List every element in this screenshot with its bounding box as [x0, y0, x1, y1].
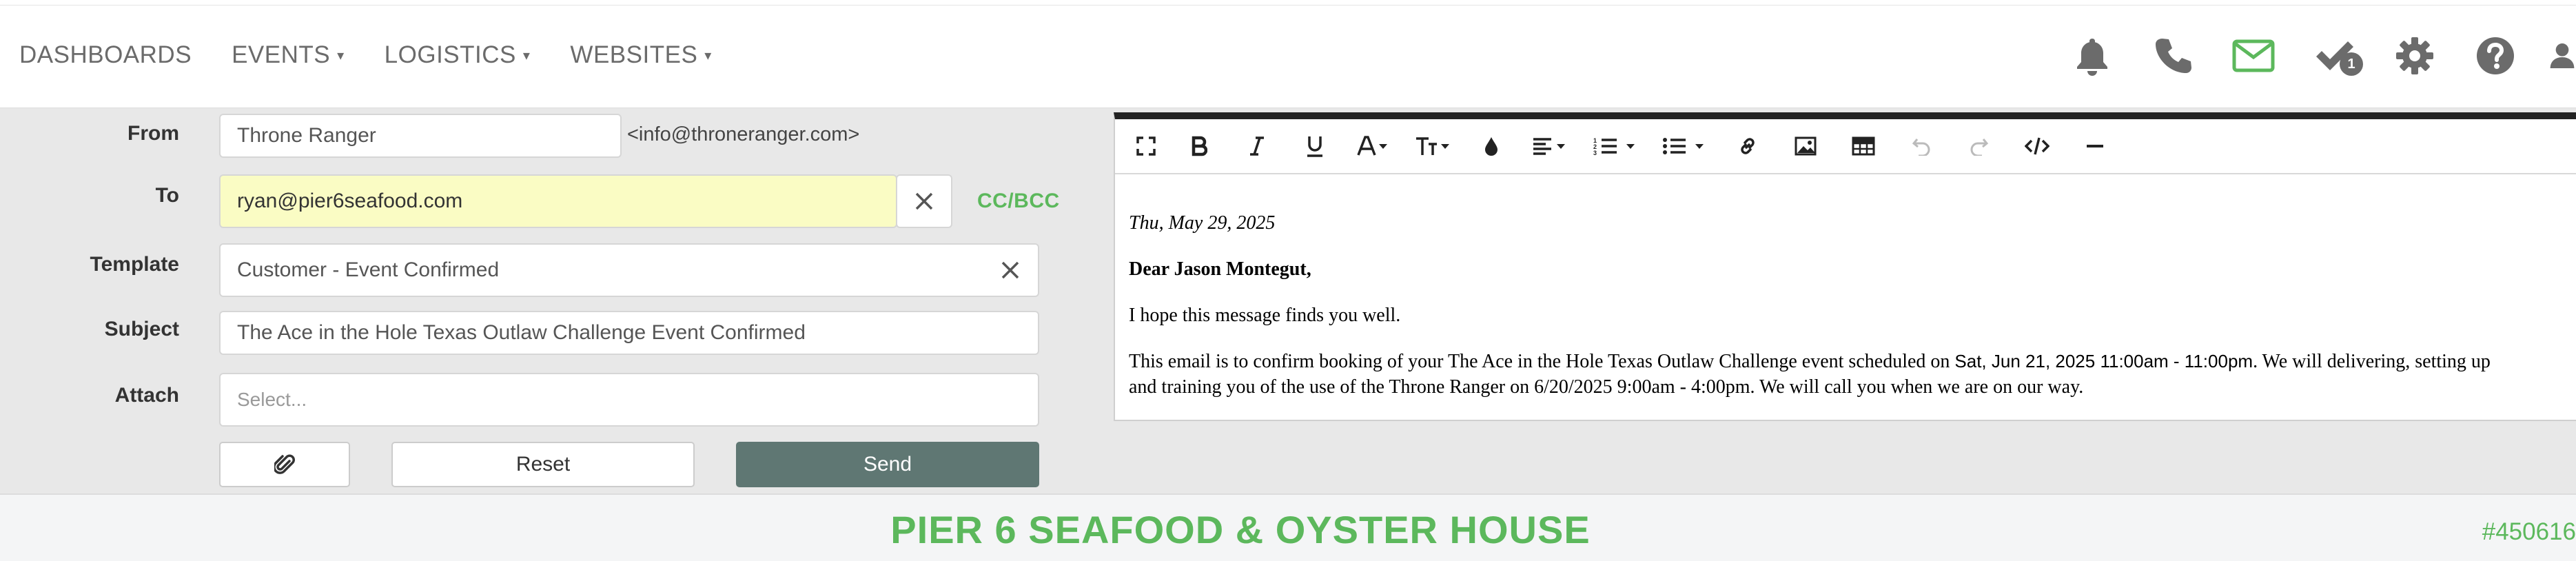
template-select[interactable]: Customer - Event Confirmed: [219, 243, 1039, 297]
email-date: Thu, May 29, 2025: [1129, 212, 1276, 234]
from-field[interactable]: Throne Ranger: [219, 114, 622, 158]
nav-menu: DASHBOARDS EVENTS ▾ LOGISTICS ▾ WEBSITES…: [19, 41, 712, 69]
nav-dashboards-label: DASHBOARDS: [19, 41, 192, 68]
template-value: Customer - Event Confirmed: [237, 258, 500, 281]
from-label: From: [127, 122, 179, 145]
bullet-list-icon[interactable]: [1650, 125, 1719, 167]
attach-file-button[interactable]: [219, 442, 350, 487]
highlight-icon[interactable]: [1464, 125, 1519, 167]
editor-content[interactable]: Thu, May 29, 2025 Dear Jason Montegut, I…: [1129, 210, 2576, 400]
event-number: #450616: [2482, 518, 2576, 545]
ordered-list-icon[interactable]: 123: [1581, 125, 1650, 167]
nav-logistics-label: LOGISTICS: [384, 41, 516, 68]
email-body-line-2: and training you of the use of the Thron…: [1129, 376, 2084, 398]
email-body-text: This email is to confirm booking of your…: [1129, 351, 1955, 372]
attach-label: Attach: [114, 384, 179, 407]
cc-bcc-link[interactable]: CC/BCC: [977, 190, 1060, 213]
close-icon: [915, 192, 933, 210]
bell-icon[interactable]: [2065, 32, 2120, 80]
subject-label: Subject: [104, 318, 179, 340]
venue-name: PIER 6 SEAFOOD & OYSTER HOUSE: [890, 508, 1591, 551]
gear-icon[interactable]: [2387, 32, 2442, 80]
tasks-badge: 1: [2340, 52, 2363, 76]
italic-icon[interactable]: [1228, 125, 1286, 167]
bold-icon[interactable]: [1170, 125, 1228, 167]
from-value: Throne Ranger: [237, 124, 376, 147]
nav-dashboards[interactable]: DASHBOARDS: [19, 41, 192, 69]
subject-value: The Ace in the Hole Texas Outlaw Challen…: [237, 321, 806, 344]
paperclip-icon: [274, 454, 295, 474]
nav-websites-label: WEBSITES: [570, 41, 698, 68]
subject-input[interactable]: The Ace in the Hole Texas Outlaw Challen…: [219, 311, 1039, 355]
footer: PIER 6 SEAFOOD & OYSTER HOUSE #450616: [0, 493, 2576, 561]
email-greeting: Dear Jason Montegut,: [1129, 258, 1311, 280]
undo-icon[interactable]: [1892, 125, 1950, 167]
phone-icon[interactable]: [2145, 32, 2200, 80]
image-icon[interactable]: [1777, 125, 1834, 167]
to-label: To: [155, 184, 179, 207]
mail-icon[interactable]: [2226, 32, 2281, 80]
user-icon[interactable]: [2548, 32, 2576, 80]
template-label: Template: [90, 253, 179, 276]
close-icon: [1001, 261, 1019, 279]
chevron-down-icon: ▾: [337, 48, 345, 63]
to-clear-button[interactable]: [896, 174, 952, 228]
editor-toolbar: 123: [1115, 119, 2576, 174]
table-icon[interactable]: [1834, 125, 1892, 167]
from-email: <info@throneranger.com>: [627, 123, 860, 145]
font-size-icon[interactable]: [1402, 125, 1464, 167]
attach-select[interactable]: Select...: [219, 373, 1039, 427]
reset-button[interactable]: Reset: [391, 442, 695, 487]
font-color-icon[interactable]: [1344, 125, 1402, 167]
fullscreen-icon[interactable]: [1122, 125, 1170, 167]
nav-websites[interactable]: WEBSITES ▾: [570, 41, 711, 69]
attach-placeholder: Select...: [237, 389, 307, 410]
email-event-date: Sat, Jun 21, 2025 11:00am - 11:00pm: [1954, 351, 2253, 371]
svg-text:3: 3: [1593, 150, 1597, 156]
email-intro: I hope this message finds you well.: [1129, 305, 1401, 326]
top-strip: [0, 0, 2576, 6]
chevron-down-icon: ▾: [522, 48, 531, 63]
template-clear-button[interactable]: [983, 243, 1038, 297]
redo-icon[interactable]: [1950, 125, 2008, 167]
horizontal-rule-icon[interactable]: [2066, 125, 2124, 167]
code-view-icon[interactable]: [2008, 125, 2066, 167]
to-field[interactable]: ryan@pier6seafood.com: [219, 174, 897, 228]
send-button[interactable]: Send: [736, 442, 1039, 487]
nav-logistics[interactable]: LOGISTICS ▾: [385, 41, 531, 69]
underline-icon[interactable]: [1286, 125, 1344, 167]
email-body-text-cont: . We will delivering, setting up: [2253, 351, 2491, 372]
email-body-line: This email is to confirm booking of your…: [1129, 349, 2576, 374]
help-icon[interactable]: [2468, 32, 2523, 80]
navbar: DASHBOARDS EVENTS ▾ LOGISTICS ▾ WEBSITES…: [0, 6, 2576, 108]
to-value: ryan@pier6seafood.com: [237, 190, 463, 212]
nav-events[interactable]: EVENTS ▾: [232, 41, 345, 69]
chevron-down-icon: ▾: [704, 48, 712, 63]
email-composer: From Throne Ranger <info@throneranger.co…: [0, 108, 2576, 493]
link-icon[interactable]: [1719, 125, 1777, 167]
check-icon[interactable]: 1: [2307, 32, 2363, 80]
rich-text-editor: 123 Thu, May 29, 2025 Dear Jason Montegu…: [1114, 112, 2576, 421]
nav-events-label: EVENTS: [232, 41, 331, 68]
align-icon[interactable]: [1519, 125, 1581, 167]
nav-icons: 1: [2039, 32, 2576, 80]
